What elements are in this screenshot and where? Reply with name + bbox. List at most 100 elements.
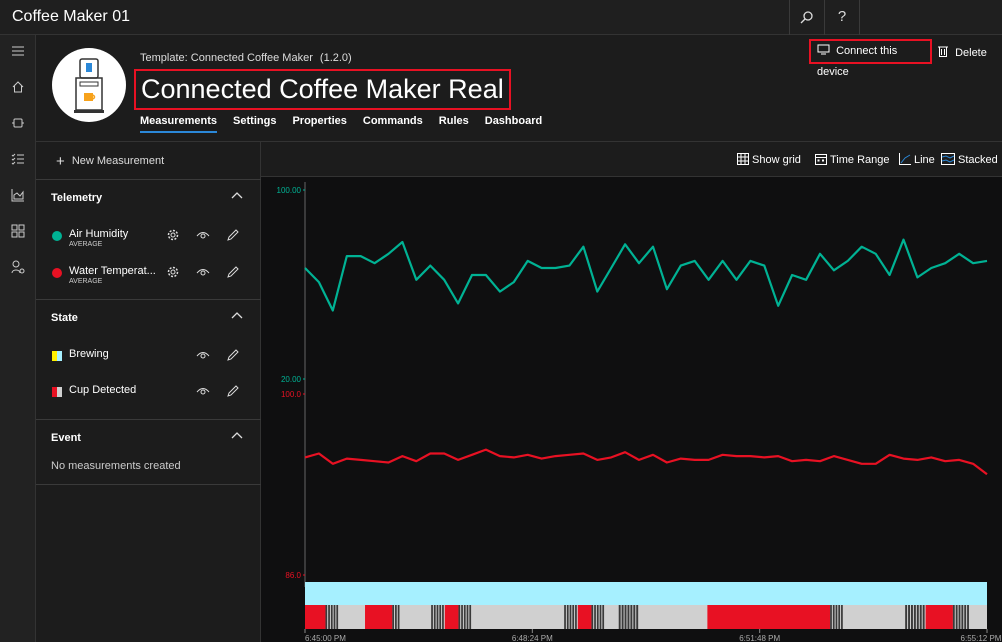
template-info: Template: Connected Coffee Maker (1.2.0) — [140, 52, 352, 64]
telemetry-item-label: Water Temperat... — [69, 265, 156, 277]
state-segment — [596, 605, 599, 629]
y-tick-label: 20.00 — [281, 375, 302, 384]
state-item-cup-detected[interactable]: Cup Detected — [36, 381, 261, 405]
tab-settings[interactable]: Settings — [233, 115, 276, 133]
state-segment — [365, 605, 393, 629]
tab-dashboard[interactable]: Dashboard — [485, 115, 542, 133]
rules-list-icon[interactable] — [0, 152, 36, 176]
state-item-brewing[interactable]: Brewing — [36, 345, 261, 369]
analytics-icon[interactable] — [0, 188, 36, 212]
tab-properties[interactable]: Properties — [292, 115, 346, 133]
state-segment — [442, 605, 444, 629]
gear-icon[interactable] — [166, 228, 180, 242]
state-title: State — [51, 312, 78, 324]
tab-commands[interactable]: Commands — [363, 115, 423, 133]
telemetry-item-water-temperature[interactable]: Water Temperat... AVERAGE — [36, 262, 261, 286]
chevron-up-icon[interactable] — [231, 430, 243, 442]
app-title: Coffee Maker 01 — [12, 8, 130, 25]
admin-user-icon[interactable] — [0, 260, 36, 284]
tab-rules[interactable]: Rules — [439, 115, 469, 133]
device-tabs: Measurements Settings Properties Command… — [140, 115, 542, 133]
state-segment — [431, 605, 433, 629]
edit-pencil-icon[interactable] — [226, 265, 240, 279]
state-segment — [591, 605, 594, 629]
coffee-maker-icon — [74, 58, 104, 113]
state-segment — [835, 605, 838, 629]
state-segment — [463, 605, 466, 629]
tab-measurements[interactable]: Measurements — [140, 115, 218, 133]
telemetry-item-air-humidity[interactable]: Air Humidity AVERAGE — [36, 225, 261, 249]
telemetry-item-aggregate: AVERAGE — [69, 241, 103, 248]
show-grid-button[interactable]: Show grid — [737, 153, 801, 166]
state-segment — [336, 605, 339, 629]
edit-pencil-icon[interactable] — [226, 228, 240, 242]
state-segment — [964, 605, 967, 629]
line-view-button[interactable]: Line — [899, 153, 935, 166]
series-color-dot — [52, 231, 62, 241]
state-segment — [602, 605, 605, 629]
chevron-up-icon[interactable] — [231, 310, 243, 322]
eye-icon[interactable] — [196, 265, 210, 279]
state-segment — [392, 605, 395, 629]
state-color-swatch — [52, 387, 62, 397]
chevron-up-icon[interactable] — [231, 190, 243, 202]
state-segment — [707, 605, 831, 629]
delete-button[interactable]: Delete — [938, 45, 987, 59]
state-segment — [305, 582, 987, 605]
title-bar: Coffee Maker 01 ? — [0, 0, 1002, 35]
gear-icon[interactable] — [166, 265, 180, 279]
state-item-label: Cup Detected — [69, 384, 137, 396]
connect-device-button[interactable]: Connect this device — [809, 39, 932, 78]
eye-icon[interactable] — [196, 228, 210, 242]
state-segment — [328, 605, 330, 629]
home-icon[interactable] — [0, 80, 36, 104]
stacked-view-label: Stacked — [958, 154, 998, 166]
dashboard-grid-icon[interactable] — [0, 224, 36, 248]
help-button[interactable]: ? — [824, 0, 859, 35]
chart-area: Show grid Time Range Line Stacked 100.00… — [261, 142, 1002, 642]
devices-icon[interactable] — [0, 116, 36, 140]
time-range-button[interactable]: Time Range — [815, 153, 890, 166]
state-segment — [444, 605, 459, 629]
plus-icon: + — [56, 153, 65, 170]
state-segment — [830, 605, 832, 629]
eye-icon[interactable] — [196, 384, 210, 398]
new-measurement-button[interactable]: + New Measurement — [56, 153, 164, 170]
edit-pencil-icon[interactable] — [226, 384, 240, 398]
state-segment — [908, 605, 911, 629]
measurement-chart: 100.00 20.00 100.0 86.0 6:45:00 PM 6:48:24 PM… — [277, 182, 1002, 642]
state-segment — [925, 605, 953, 629]
state-segment — [618, 605, 621, 629]
y-tick-label: 100.0 — [281, 390, 302, 399]
edit-pencil-icon[interactable] — [226, 348, 240, 362]
state-segment — [461, 605, 463, 629]
time-range-label: Time Range — [830, 154, 890, 166]
hamburger-menu-icon[interactable] — [0, 44, 36, 68]
template-version: (1.2.0) — [319, 52, 352, 64]
x-tick-label: 6:55:12 PM — [961, 634, 1002, 642]
state-segment — [627, 605, 630, 629]
state-segment — [305, 605, 326, 629]
state-item-label: Brewing — [69, 348, 109, 360]
state-segment — [636, 605, 639, 629]
state-segment — [967, 605, 969, 629]
state-segment — [325, 605, 328, 629]
search-button[interactable] — [789, 0, 824, 35]
state-segment — [922, 605, 925, 629]
y-tick-label: 100.00 — [277, 186, 302, 195]
stacked-view-button[interactable]: Stacked — [941, 153, 998, 166]
device-avatar — [52, 48, 126, 122]
state-segment — [577, 605, 592, 629]
state-segment — [439, 605, 442, 629]
state-segment — [958, 605, 961, 629]
state-segment — [333, 605, 336, 629]
state-segment — [961, 605, 964, 629]
state-segment — [832, 605, 835, 629]
state-segment — [952, 605, 955, 629]
trash-icon — [938, 46, 948, 57]
state-segment — [564, 605, 566, 629]
event-empty-message: No measurements created — [51, 460, 181, 472]
new-measurement-label: New Measurement — [71, 155, 165, 167]
eye-icon[interactable] — [196, 348, 210, 362]
state-segment — [911, 605, 913, 629]
